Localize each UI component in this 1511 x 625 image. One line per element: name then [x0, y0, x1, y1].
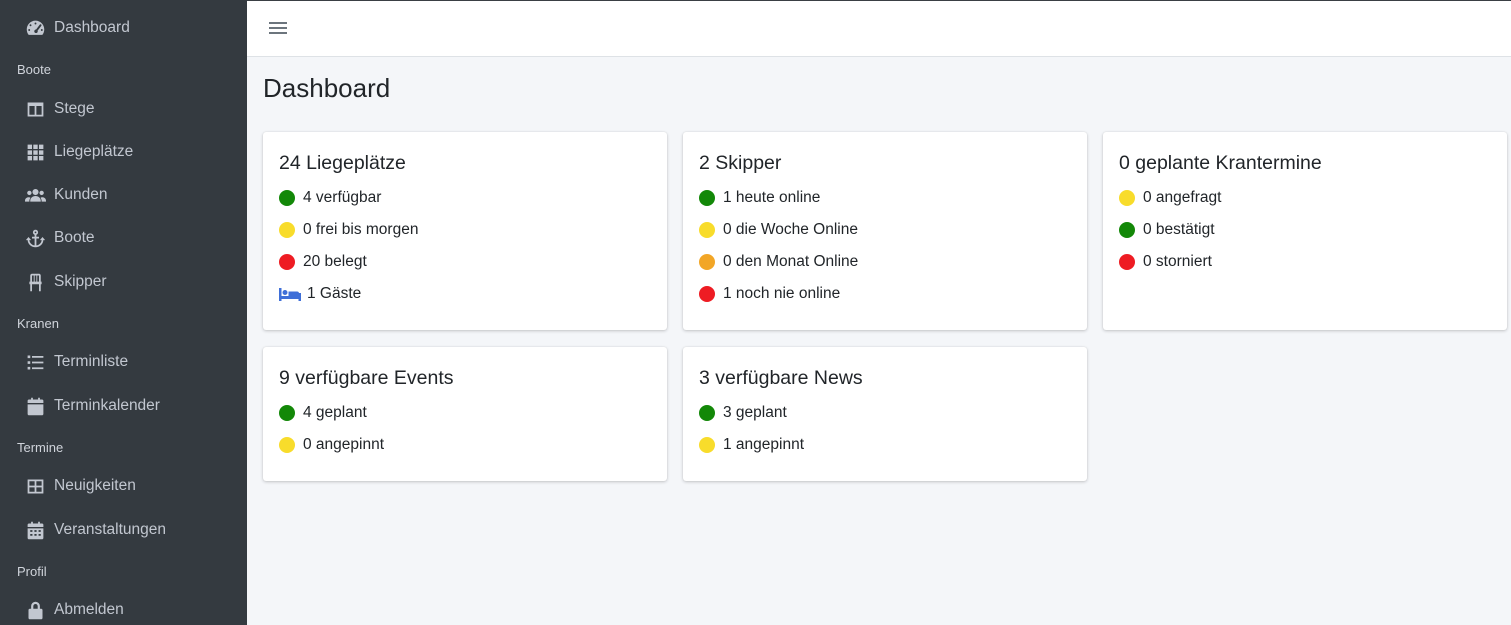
stat-row: 20 belegt	[279, 251, 367, 273]
green-status-icon	[279, 405, 295, 421]
stat-row: 0 den Monat Online	[699, 251, 858, 273]
sidebar-item-label: Dashboard	[54, 19, 130, 36]
card-title: 9 verfügbare Events	[279, 367, 454, 389]
stat-row: 0 die Woche Online	[699, 219, 858, 241]
stat-text: 1 angepinnt	[723, 436, 805, 453]
card-events: 9 verfügbare Events 4 geplant 0 angepinn…	[263, 347, 667, 481]
stat-text: 0 den Monat Online	[723, 253, 859, 270]
stat-text: 20 belegt	[303, 253, 367, 270]
stat-row: 1 Gäste	[279, 283, 361, 305]
stat-row: 0 frei bis morgen	[279, 219, 418, 241]
stat-row: 0 angepinnt	[279, 434, 384, 456]
calendar-grid-icon	[24, 519, 46, 541]
sidebar-item-label: Kunden	[54, 186, 108, 203]
calendar-icon	[24, 395, 46, 417]
stat-row: 0 storniert	[1119, 251, 1212, 273]
bed-icon	[279, 286, 301, 302]
stat-text: 3 geplant	[723, 404, 787, 421]
sidebar-item-veranstaltungen[interactable]: Veranstaltungen	[0, 511, 247, 549]
table-icon	[24, 475, 46, 497]
sidebar-item-terminliste[interactable]: Terminliste	[0, 343, 247, 381]
sidebar-item-stege[interactable]: Stege	[0, 90, 247, 128]
sidebar-item-neuigkeiten[interactable]: Neuigkeiten	[0, 467, 247, 505]
yellow-status-icon	[279, 437, 295, 453]
users-icon	[24, 184, 46, 206]
sidebar-item-label: Veranstaltungen	[54, 521, 167, 538]
card-title: 0 geplante Krantermine	[1119, 152, 1322, 174]
stat-text: 0 die Woche Online	[723, 221, 858, 238]
yellow-status-icon	[279, 222, 295, 238]
card-title: 2 Skipper	[699, 152, 782, 174]
green-status-icon	[1119, 222, 1135, 238]
chair-icon	[24, 271, 46, 293]
sidebar-item-skipper[interactable]: Skipper	[0, 263, 247, 301]
green-status-icon	[279, 190, 295, 206]
sidebar-item-terminkalender[interactable]: Terminkalender	[0, 387, 247, 425]
sidebar-item-boote[interactable]: Boote	[0, 219, 247, 257]
stat-text: 0 angepinnt	[303, 436, 385, 453]
stat-text: 0 bestätigt	[1143, 221, 1215, 238]
hamburger-icon[interactable]	[269, 20, 287, 36]
lock-icon	[24, 599, 46, 621]
card-liegeplaetze: 24 Liegeplätze 4 verfügbar 0 frei bis mo…	[263, 132, 667, 330]
card-krantermine: 0 geplante Krantermine 0 angefragt 0 bes…	[1103, 132, 1507, 330]
sidebar-item-liegeplaetze[interactable]: Liegeplätze	[0, 133, 247, 171]
card-skipper: 2 Skipper 1 heute online 0 die Woche Onl…	[683, 132, 1087, 330]
grid-icon	[24, 141, 46, 163]
stat-row: 1 noch nie online	[699, 283, 840, 305]
sidebar-item-label: Liegeplätze	[54, 143, 134, 160]
sidebar-item-label: Skipper	[54, 273, 107, 290]
orange-status-icon	[699, 254, 715, 270]
card-title: 24 Liegeplätze	[279, 152, 406, 174]
columns-icon	[24, 98, 46, 120]
stat-row: 1 angepinnt	[699, 434, 804, 456]
sidebar-item-abmelden[interactable]: Abmelden	[0, 591, 247, 625]
sidebar-header-kranen: Kranen	[17, 316, 59, 331]
yellow-status-icon	[1119, 190, 1135, 206]
stat-text: 0 frei bis morgen	[303, 221, 419, 238]
stat-text: 1 noch nie online	[723, 285, 841, 302]
sidebar-item-kunden[interactable]: Kunden	[0, 176, 247, 214]
card-news: 3 verfügbare News 3 geplant 1 angepinnt	[683, 347, 1087, 481]
stat-text: 4 geplant	[303, 404, 367, 421]
stat-text: 1 heute online	[723, 189, 821, 206]
list-icon	[24, 351, 46, 373]
sidebar: Dashboard Boote Stege Liegeplätze Kunden…	[0, 0, 247, 625]
stat-row: 0 bestätigt	[1119, 219, 1215, 241]
sidebar-header-termine: Termine	[17, 440, 64, 455]
stat-text: 1 Gäste	[307, 285, 362, 302]
sidebar-header-profil: Profil	[17, 564, 47, 579]
stat-text: 0 angefragt	[1143, 189, 1222, 206]
sidebar-item-dashboard[interactable]: Dashboard	[0, 9, 247, 47]
red-status-icon	[699, 286, 715, 302]
red-status-icon	[279, 254, 295, 270]
yellow-status-icon	[699, 437, 715, 453]
stat-text: 4 verfügbar	[303, 189, 382, 206]
sidebar-header-boote: Boote	[17, 62, 51, 77]
stat-row: 1 heute online	[699, 187, 820, 209]
stat-row: 4 verfügbar	[279, 187, 381, 209]
sidebar-item-label: Abmelden	[54, 601, 124, 618]
yellow-status-icon	[699, 222, 715, 238]
green-status-icon	[699, 190, 715, 206]
anchor-icon	[24, 227, 46, 249]
sidebar-item-label: Terminliste	[54, 353, 129, 370]
red-status-icon	[1119, 254, 1135, 270]
green-status-icon	[699, 405, 715, 421]
sidebar-item-label: Boote	[54, 229, 95, 246]
stat-text: 0 storniert	[1143, 253, 1212, 270]
stat-row: 3 geplant	[699, 402, 787, 424]
top-navbar	[247, 0, 1511, 57]
sidebar-item-label: Terminkalender	[54, 397, 160, 414]
sidebar-item-label: Neuigkeiten	[54, 477, 136, 494]
card-title: 3 verfügbare News	[699, 367, 863, 389]
stat-row: 4 geplant	[279, 402, 367, 424]
page-title: Dashboard	[263, 73, 391, 103]
tachometer-icon	[24, 17, 46, 39]
sidebar-item-label: Stege	[54, 100, 95, 117]
stat-row: 0 angefragt	[1119, 187, 1221, 209]
